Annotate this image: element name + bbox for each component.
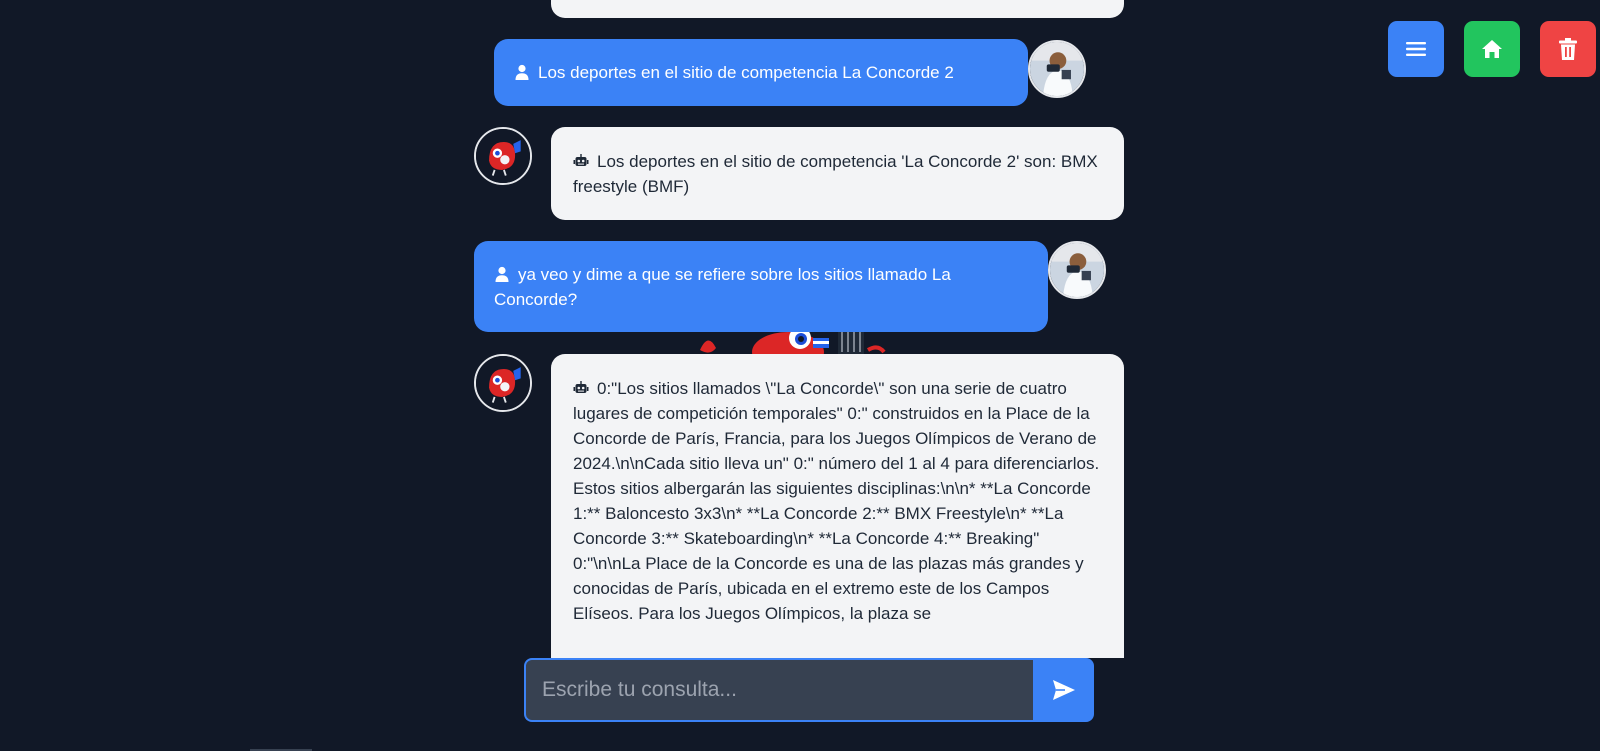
bot-message: Los deportes en el sitio de competencia … [551,127,1124,220]
user-message: ya veo y dime a que se refiere sobre los… [474,241,1048,332]
trash-icon [1559,38,1577,60]
bot-message: 0:"Los sitios llamados \"La Concorde\" s… [551,354,1124,658]
delete-button[interactable] [1540,21,1596,77]
menu-icon [1406,42,1426,56]
menu-button[interactable] [1388,21,1444,77]
bot-avatar [474,127,532,185]
send-button[interactable] [1033,658,1094,722]
bot-message [551,0,1124,18]
user-avatar [1028,40,1086,98]
user-avatar [1048,241,1106,299]
bot-avatar [474,354,532,412]
robot-icon [573,154,589,166]
user-icon [495,266,509,282]
robot-icon [573,381,589,393]
bot-message-text: 0:"Los sitios llamados \"La Concorde\" s… [573,379,1100,623]
user-message-text: Los deportes en el sitio de competencia … [538,63,954,82]
user-message: Los deportes en el sitio de competencia … [494,39,1028,106]
send-icon [1052,680,1075,700]
chat-app: Los deportes en el sitio de competencia … [0,0,1600,751]
home-button[interactable] [1464,21,1520,77]
user-icon [515,64,529,80]
user-message-text: ya veo y dime a que se refiere sobre los… [494,265,951,309]
bot-message-text: Los deportes en el sitio de competencia … [573,152,1098,196]
chat-input-row [524,658,1094,722]
query-input[interactable] [524,658,1033,722]
home-icon [1482,40,1502,58]
chat-messages[interactable]: Los deportes en el sitio de competencia … [0,0,1600,658]
